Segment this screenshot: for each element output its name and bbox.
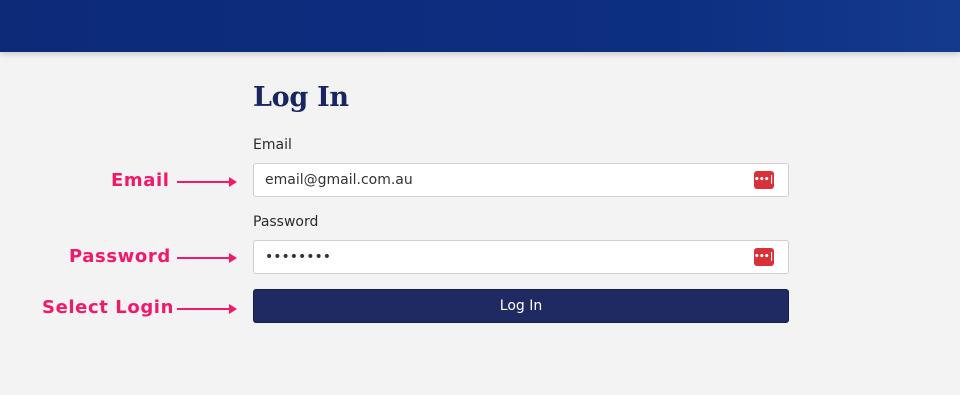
arrow-right-icon [177,177,237,187]
login-button[interactable]: Log In [253,289,789,323]
password-field[interactable] [254,241,744,273]
email-label: Email [253,137,292,153]
password-manager-icon[interactable]: •••| [754,248,774,266]
email-field-container: •••| [253,163,789,197]
annotation-password-label: Password [69,246,171,267]
arrow-right-icon [177,253,237,263]
annotation-email-label: Email [111,170,170,191]
page-title: Log In [253,82,349,113]
password-manager-icon[interactable]: •••| [754,171,774,189]
arrow-right-icon [177,304,237,314]
password-field-container: •••| [253,240,789,274]
top-navigation-bar [0,0,960,52]
password-label: Password [253,214,319,230]
annotation-login-label: Select Login [42,297,174,318]
email-field[interactable] [254,164,744,196]
